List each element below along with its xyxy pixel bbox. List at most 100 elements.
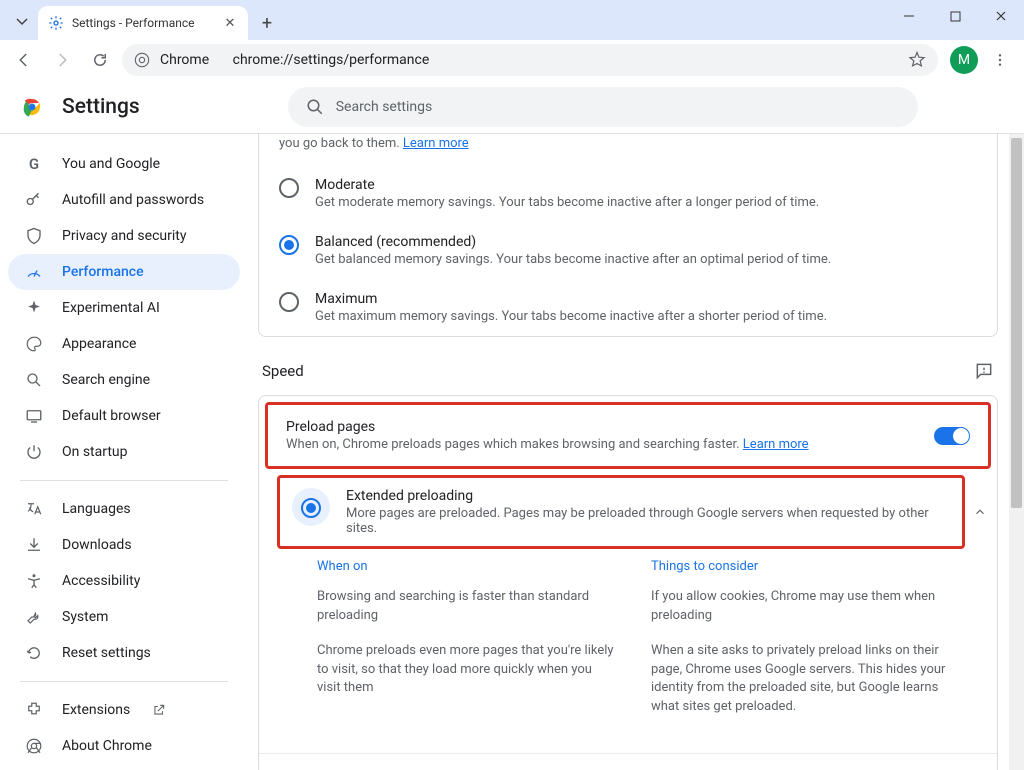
chevron-down-icon: [16, 16, 28, 28]
sidebar-item-privacy[interactable]: Privacy and security: [8, 218, 240, 254]
omnibox-origin-label: Chrome: [160, 52, 209, 68]
chrome-icon: [134, 52, 150, 68]
external-link-icon: [152, 703, 166, 717]
extended-title: Extended preloading: [346, 488, 950, 504]
google-g-icon: G: [24, 154, 44, 174]
page-title: Settings: [62, 95, 140, 119]
browser-tab-active[interactable]: Settings - Performance ✕: [38, 6, 248, 40]
sidebar-item-search-engine[interactable]: Search engine: [8, 362, 240, 398]
reset-icon: [24, 643, 44, 663]
sidebar-item-autofill[interactable]: Autofill and passwords: [8, 182, 240, 218]
bookmark-star-icon[interactable]: [908, 51, 926, 69]
standard-preloading-option[interactable]: Standard preloading Some of the pages yo…: [259, 753, 997, 770]
sidebar-item-downloads[interactable]: Downloads: [8, 527, 240, 563]
sidebar-item-languages[interactable]: Languages: [8, 491, 240, 527]
radio-icon: [279, 292, 299, 312]
when-on-heading: When on: [317, 559, 615, 574]
chrome-icon: [24, 736, 44, 756]
gear-icon: [48, 15, 64, 31]
sidebar-item-reset[interactable]: Reset settings: [8, 635, 240, 671]
accessibility-icon: [24, 571, 44, 591]
window-controls: [886, 0, 1024, 32]
memory-intro-text: you go back to them. Learn more: [259, 134, 997, 165]
maximize-button[interactable]: [932, 0, 978, 32]
sidebar-item-default-browser[interactable]: Default browser: [8, 398, 240, 434]
forward-button[interactable]: [46, 44, 78, 76]
minimize-button[interactable]: [886, 0, 932, 32]
preload-learn-more-link[interactable]: Learn more: [743, 437, 809, 452]
memory-option-maximum[interactable]: MaximumGet maximum memory savings. Your …: [259, 279, 997, 336]
divider: [20, 681, 228, 682]
wrench-icon: [24, 607, 44, 627]
sidebar-item-you-and-google[interactable]: GYou and Google: [8, 146, 240, 182]
settings-search-input[interactable]: Search settings: [288, 87, 918, 127]
download-icon: [24, 535, 44, 555]
extended-details: When on Browsing and searching is faster…: [259, 549, 997, 753]
scrollbar-thumb[interactable]: [1011, 138, 1022, 508]
preload-desc: When on, Chrome preloads pages which mak…: [286, 437, 809, 452]
things-to-consider-heading: Things to consider: [651, 559, 949, 574]
search-placeholder: Search settings: [336, 99, 433, 115]
vertical-scrollbar[interactable]: [1009, 134, 1024, 770]
omnibox-url: chrome://settings/performance: [233, 52, 430, 68]
preload-toggle[interactable]: [934, 427, 970, 445]
extended-desc: More pages are preloaded. Pages may be p…: [346, 506, 950, 536]
browser-toolbar: Chrome chrome://settings/performance M: [0, 40, 1024, 80]
browser-menu-button[interactable]: [984, 44, 1016, 76]
sidebar-item-extensions[interactable]: Extensions: [8, 692, 240, 728]
meter-icon: [24, 262, 44, 282]
sidebar-item-experimental-ai[interactable]: Experimental AI: [8, 290, 240, 326]
language-icon: [24, 499, 44, 519]
new-tab-button[interactable]: +: [252, 8, 282, 38]
chevron-up-icon: [973, 505, 987, 519]
learn-more-link[interactable]: Learn more: [403, 136, 469, 151]
back-button[interactable]: [8, 44, 40, 76]
power-icon: [24, 442, 44, 462]
collapse-button[interactable]: [969, 499, 997, 525]
sidebar-item-accessibility[interactable]: Accessibility: [8, 563, 240, 599]
sparkle-icon: [24, 298, 44, 318]
consider-p1: If you allow cookies, Chrome may use the…: [651, 588, 949, 626]
memory-option-moderate[interactable]: ModerateGet moderate memory savings. You…: [259, 165, 997, 222]
sidebar-item-about-chrome[interactable]: About Chrome: [8, 728, 240, 764]
settings-header: Settings Search settings: [0, 80, 1024, 134]
preload-title: Preload pages: [286, 419, 809, 435]
feedback-icon[interactable]: [974, 361, 994, 381]
when-on-p2: Chrome preloads even more pages that you…: [317, 642, 615, 699]
preload-toggle-row[interactable]: Preload pages When on, Chrome preloads p…: [268, 405, 988, 466]
when-on-p1: Browsing and searching is faster than st…: [317, 588, 615, 626]
omnibox[interactable]: Chrome chrome://settings/performance: [122, 44, 938, 76]
tab-title: Settings - Performance: [72, 16, 214, 30]
speed-heading: Speed: [262, 362, 304, 380]
sidebar-item-on-startup[interactable]: On startup: [8, 434, 240, 470]
close-window-button[interactable]: [978, 0, 1024, 32]
search-icon: [306, 98, 324, 116]
radio-icon: [279, 178, 299, 198]
shield-icon: [24, 226, 44, 246]
sidebar-item-system[interactable]: System: [8, 599, 240, 635]
puzzle-icon: [24, 700, 44, 720]
reload-button[interactable]: [84, 44, 116, 76]
preload-card: Preload pages When on, Chrome preloads p…: [258, 395, 998, 770]
settings-sidebar: GYou and Google Autofill and passwords P…: [0, 134, 248, 770]
memory-saver-card: you go back to them. Learn more Moderate…: [258, 134, 998, 337]
consider-p2: When a site asks to privately preload li…: [651, 642, 949, 717]
palette-icon: [24, 334, 44, 354]
tab-close-button[interactable]: ✕: [222, 15, 238, 31]
profile-avatar[interactable]: M: [950, 46, 978, 74]
extended-preloading-option[interactable]: Extended preloading More pages are prelo…: [280, 478, 962, 546]
radio-selected-icon: [301, 498, 321, 518]
key-icon: [24, 190, 44, 210]
chrome-logo-icon: [20, 95, 44, 119]
monitor-icon: [24, 406, 44, 426]
speed-section-header: Speed: [262, 361, 994, 381]
sidebar-item-performance[interactable]: Performance: [8, 254, 240, 290]
search-icon: [24, 370, 44, 390]
radio-selected-icon: [279, 235, 299, 255]
settings-main-pane: you go back to them. Learn more Moderate…: [248, 134, 1024, 770]
sidebar-item-appearance[interactable]: Appearance: [8, 326, 240, 362]
tab-search-button[interactable]: [8, 8, 36, 36]
divider: [20, 480, 228, 481]
memory-option-balanced[interactable]: Balanced (recommended)Get balanced memor…: [259, 222, 997, 279]
browser-titlebar: Settings - Performance ✕ +: [0, 0, 1024, 40]
